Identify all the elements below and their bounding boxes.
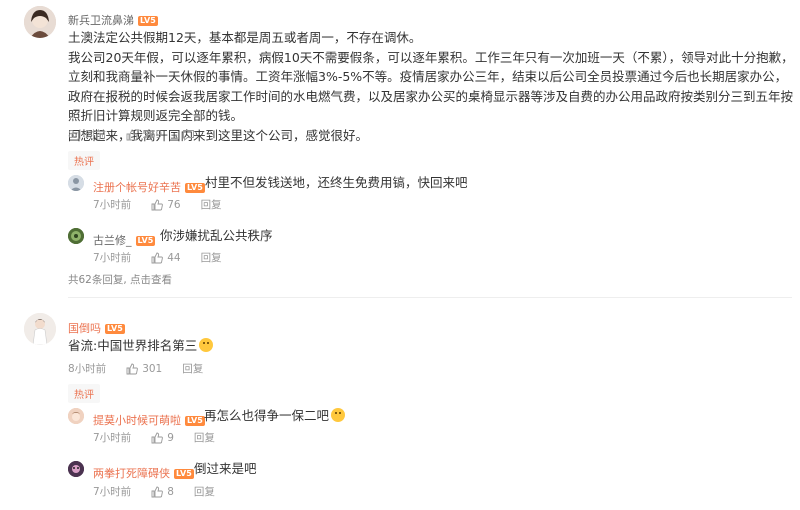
reply-meta: 7小时前 9 回复	[93, 430, 235, 445]
like-button[interactable]: 44	[151, 251, 181, 264]
reply-button[interactable]	[182, 129, 199, 141]
reply-avatar[interactable]	[68, 228, 84, 244]
comment-header: 新兵卫流鼻涕 LV5	[68, 9, 158, 28]
level-badge: LV5	[135, 236, 156, 246]
thumbs-up-icon	[126, 129, 139, 140]
like-count: 44	[167, 251, 181, 264]
like-count: 569	[142, 128, 163, 141]
comment-paragraph: 土澳法定公共假期12天，基本都是周五或者周一，不存在调休。	[68, 30, 422, 45]
reply-avatar[interactable]	[68, 461, 84, 477]
timestamp: 7小时前	[93, 252, 132, 264]
doge-emoji-icon	[199, 338, 214, 352]
timestamp: 7小时前	[93, 199, 132, 211]
like-count: 9	[167, 431, 174, 444]
username[interactable]: 国倒吗	[68, 322, 101, 335]
level-badge: LV5	[174, 469, 194, 479]
reply-username[interactable]: 两拳打死障碍侠	[93, 467, 170, 480]
reply-avatar[interactable]	[68, 408, 84, 424]
reply-meta: 7小时前 8 回复	[93, 484, 235, 499]
timestamp: 8小时前	[68, 129, 107, 141]
comment-text: 省流:中国世界排名第三	[68, 336, 214, 356]
like-button[interactable]: 569	[126, 129, 162, 141]
reply-text-content: 再怎么也得争一保二吧	[204, 408, 330, 423]
comment-meta: 8小时前 569	[68, 127, 219, 142]
reply-header: 注册个帐号好辛苦 LV5	[93, 176, 205, 195]
avatar-image	[24, 6, 56, 38]
like-count: 301	[142, 362, 163, 375]
view-more-replies-link[interactable]: 共62条回复, 点击查看	[68, 272, 172, 287]
avatar[interactable]	[24, 6, 56, 38]
thumbs-up-icon	[151, 252, 164, 263]
thumbs-up-icon	[151, 486, 164, 497]
comment-header: 国倒吗 LV5	[68, 317, 125, 336]
like-button[interactable]: 9	[151, 432, 174, 444]
reply-text: 倒过来是吧	[194, 461, 257, 476]
reply-button[interactable]: 回复	[194, 484, 215, 499]
thumbs-up-icon	[126, 363, 139, 374]
level-badge: LV5	[105, 324, 125, 334]
username[interactable]: 新兵卫流鼻涕	[68, 14, 134, 27]
avatar-image	[68, 408, 84, 424]
comment-paragraph: 省流:中国世界排名第三	[68, 338, 198, 353]
avatar-image	[68, 461, 84, 477]
hot-reply-label: 热评	[68, 384, 100, 403]
thumbs-up-icon	[151, 199, 164, 210]
reply-text: 再怎么也得争一保二吧	[204, 406, 346, 426]
avatar-image	[24, 313, 56, 345]
avatar-image	[68, 228, 84, 244]
reply-meta: 7小时前 44 回复	[93, 250, 242, 265]
avatar[interactable]	[24, 313, 56, 345]
timestamp: 8小时前	[68, 363, 107, 375]
like-button[interactable]: 8	[151, 486, 174, 498]
like-count: 76	[167, 198, 181, 211]
thumbs-up-icon	[151, 432, 164, 443]
doge-emoji-icon	[331, 408, 346, 422]
reply-button[interactable]: 回复	[194, 430, 215, 445]
reply-button[interactable]: 回复	[201, 250, 222, 265]
reply-text: 村里不但发钱送地，还终生免费用镐，快回来吧	[205, 175, 468, 190]
like-button[interactable]: 301	[126, 363, 162, 375]
like-button[interactable]: 76	[151, 198, 181, 211]
level-badge: LV5	[185, 416, 205, 426]
reply-button[interactable]: 回复	[201, 197, 222, 212]
comment-paragraph: 我公司20天年假，可以逐年累积，病假10天不需要假条，可以逐年累积。工作三年只有…	[68, 49, 794, 124]
timestamp: 7小时前	[93, 486, 132, 498]
avatar-image	[68, 175, 84, 191]
reply-header: 提莫小时候可萌啦 LV5	[93, 409, 205, 428]
comment-icon	[183, 129, 195, 141]
reply-meta: 7小时前 76 回复	[93, 197, 242, 212]
timestamp: 7小时前	[93, 432, 132, 444]
reply-username[interactable]: 提莫小时候可萌啦	[93, 414, 181, 427]
level-badge: LV5	[185, 183, 205, 193]
like-count: 8	[167, 485, 174, 498]
reply-header: 古兰修_ LV5	[93, 229, 156, 248]
reply-text: 你涉嫌扰乱公共秩序	[160, 228, 273, 243]
level-badge: LV5	[138, 16, 158, 26]
hot-reply-label: 热评	[68, 151, 100, 170]
reply-header: 两拳打死障碍侠 LV5	[93, 462, 194, 481]
comment-meta: 8小时前 301 回复	[68, 361, 223, 376]
divider	[68, 297, 792, 298]
reply-username[interactable]: 古兰修_	[93, 234, 132, 247]
reply-avatar[interactable]	[68, 175, 84, 191]
reply-button[interactable]: 回复	[182, 361, 203, 376]
reply-username[interactable]: 注册个帐号好辛苦	[93, 181, 181, 194]
